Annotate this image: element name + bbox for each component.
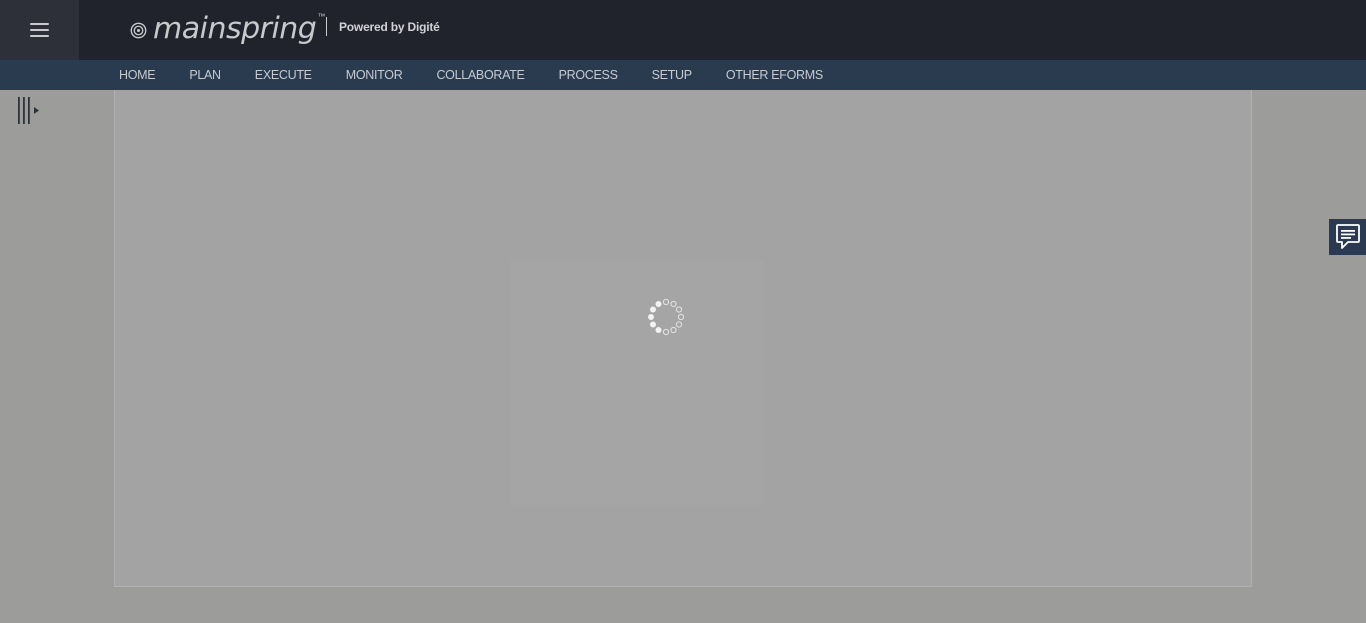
main-content-area — [114, 90, 1252, 587]
nav-menu: HOME PLAN EXECUTE MONITOR COLLABORATE PR… — [102, 60, 840, 90]
powered-by-label: Powered by Digité — [339, 20, 440, 34]
nav-item-plan[interactable]: PLAN — [172, 60, 237, 90]
panel-toggle-button[interactable] — [18, 97, 42, 125]
main-menu-button[interactable] — [0, 0, 79, 60]
logo-wordmark: mainspring — [153, 10, 317, 46]
nav-item-setup[interactable]: SETUP — [635, 60, 709, 90]
hamburger-menu-icon — [30, 23, 49, 37]
main-nav-bar: HOME PLAN EXECUTE MONITOR COLLABORATE PR… — [0, 60, 1366, 90]
expand-panel-icon — [18, 97, 39, 124]
chat-feedback-icon — [1335, 224, 1360, 249]
nav-item-execute[interactable]: EXECUTE — [238, 60, 329, 90]
loading-spinner-icon — [648, 298, 685, 336]
mainspring-spiral-logo — [130, 22, 147, 38]
top-header: mainspring ™ Powered by Digité — [0, 0, 1366, 60]
nav-item-monitor[interactable]: MONITOR — [329, 60, 420, 90]
feedback-button[interactable] — [1329, 219, 1366, 255]
nav-item-collaborate[interactable]: COLLABORATE — [419, 60, 541, 90]
nav-item-other-eforms[interactable]: OTHER EFORMS — [709, 60, 840, 90]
trademark-symbol: ™ — [317, 12, 326, 21]
mainspring-logo[interactable]: mainspring ™ — [130, 8, 325, 48]
logo-divider — [326, 17, 327, 36]
loading-panel — [510, 260, 764, 505]
nav-item-home[interactable]: HOME — [102, 60, 172, 90]
nav-item-process[interactable]: PROCESS — [542, 60, 635, 90]
